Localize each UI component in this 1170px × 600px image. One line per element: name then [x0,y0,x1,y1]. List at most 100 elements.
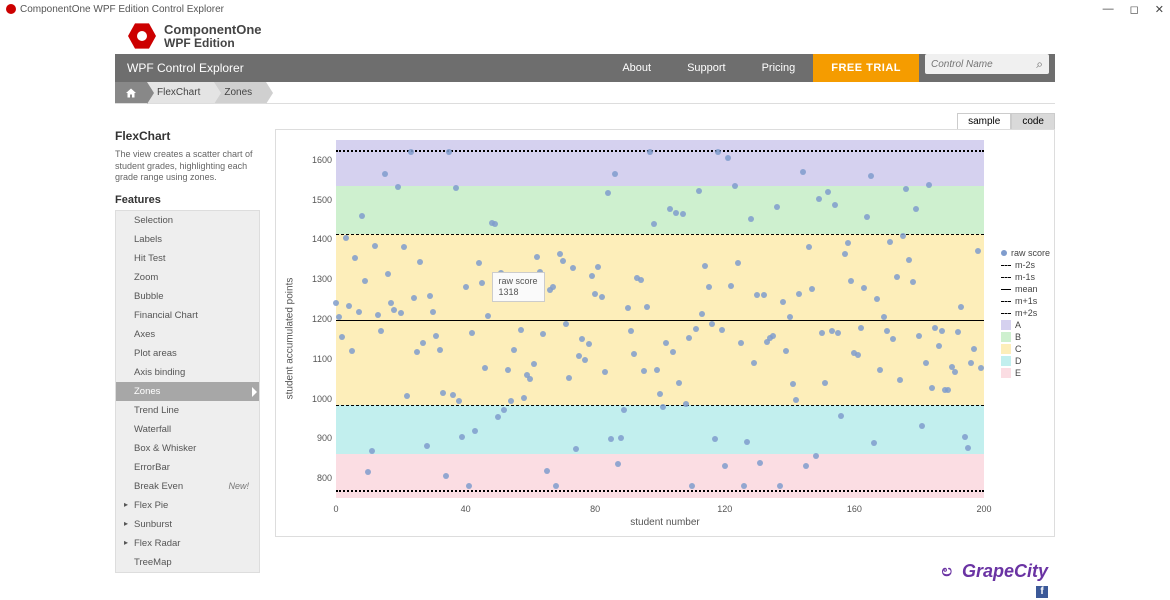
data-point[interactable] [608,436,614,442]
data-point[interactable] [793,397,799,403]
legend-item-m2s[interactable]: m+2s [1001,308,1050,318]
data-point[interactable] [848,278,854,284]
data-point[interactable] [676,380,682,386]
data-point[interactable] [897,377,903,383]
data-point[interactable] [877,367,883,373]
close-button[interactable]: ✕ [1155,3,1164,16]
data-point[interactable] [861,285,867,291]
data-point[interactable] [388,300,394,306]
data-point[interactable] [395,184,401,190]
data-point[interactable] [482,365,488,371]
data-point[interactable] [829,328,835,334]
breadcrumb-flexchart[interactable]: FlexChart [147,82,214,103]
data-point[interactable] [408,149,414,155]
data-point[interactable] [453,185,459,191]
feature-treemap[interactable]: TreeMap [116,553,259,572]
data-point[interactable] [420,340,426,346]
data-point[interactable] [612,171,618,177]
data-point[interactable] [469,330,475,336]
data-point[interactable] [628,328,634,334]
data-point[interactable] [414,349,420,355]
data-point[interactable] [748,216,754,222]
data-point[interactable] [842,251,848,257]
data-point[interactable] [894,274,900,280]
data-point[interactable] [936,343,942,349]
data-point[interactable] [822,380,828,386]
data-point[interactable] [838,413,844,419]
data-point[interactable] [929,385,935,391]
data-point[interactable] [884,328,890,334]
data-point[interactable] [621,407,627,413]
data-point[interactable] [440,390,446,396]
data-point[interactable] [599,294,605,300]
data-point[interactable] [644,304,650,310]
data-point[interactable] [430,309,436,315]
data-point[interactable] [926,182,932,188]
data-point[interactable] [754,292,760,298]
feature-break-even[interactable]: Break EvenNew! [116,477,259,496]
search-box[interactable]: ⌕ [925,54,1049,74]
breadcrumb-zones[interactable]: Zones [214,82,266,103]
legend-item-mean[interactable]: mean [1001,284,1050,294]
data-point[interactable] [693,326,699,332]
data-point[interactable] [647,149,653,155]
data-point[interactable] [757,460,763,466]
legend-item-C[interactable]: C [1001,344,1050,354]
data-point[interactable] [800,169,806,175]
data-point[interactable] [456,398,462,404]
data-point[interactable] [832,202,838,208]
data-point[interactable] [605,190,611,196]
data-point[interactable] [602,369,608,375]
data-point[interactable] [651,221,657,227]
data-point[interactable] [511,347,517,353]
nav-pricing[interactable]: Pricing [744,54,814,82]
data-point[interactable] [660,404,666,410]
feature-zones[interactable]: Zones [116,382,259,401]
feature-plot-areas[interactable]: Plot areas [116,344,259,363]
data-point[interactable] [375,312,381,318]
grapecity-logo[interactable]: GrapeCity [962,561,1048,582]
data-point[interactable] [372,243,378,249]
data-point[interactable] [719,327,725,333]
data-point[interactable] [657,391,663,397]
data-point[interactable] [501,407,507,413]
data-point[interactable] [686,335,692,341]
data-point[interactable] [349,348,355,354]
data-point[interactable] [531,361,537,367]
data-point[interactable] [813,453,819,459]
data-point[interactable] [476,260,482,266]
feature-sunburst[interactable]: ▸Sunburst [116,515,259,534]
data-point[interactable] [521,395,527,401]
feature-selection[interactable]: Selection [116,211,259,230]
data-point[interactable] [508,398,514,404]
data-point[interactable] [728,283,734,289]
data-point[interactable] [369,448,375,454]
data-point[interactable] [495,414,501,420]
data-point[interactable] [968,360,974,366]
data-point[interactable] [570,265,576,271]
feature-trend-line[interactable]: Trend Line [116,401,259,420]
data-point[interactable] [774,204,780,210]
legend-item-m2s[interactable]: m-2s [1001,260,1050,270]
data-point[interactable] [874,296,880,302]
data-point[interactable] [722,463,728,469]
data-point[interactable] [945,387,951,393]
data-point[interactable] [702,263,708,269]
data-point[interactable] [712,436,718,442]
data-point[interactable] [761,292,767,298]
tab-code[interactable]: code [1011,113,1055,130]
data-point[interactable] [333,300,339,306]
data-point[interactable] [362,278,368,284]
feature-axes[interactable]: Axes [116,325,259,344]
data-point[interactable] [887,239,893,245]
data-point[interactable] [910,279,916,285]
data-point[interactable] [566,375,572,381]
maximize-button[interactable]: ◻ [1130,3,1139,16]
data-point[interactable] [382,171,388,177]
legend-item-m1s[interactable]: m+1s [1001,296,1050,306]
data-point[interactable] [978,365,984,371]
data-point[interactable] [346,303,352,309]
data-point[interactable] [505,367,511,373]
breadcrumb-home[interactable] [115,82,147,103]
data-point[interactable] [903,186,909,192]
